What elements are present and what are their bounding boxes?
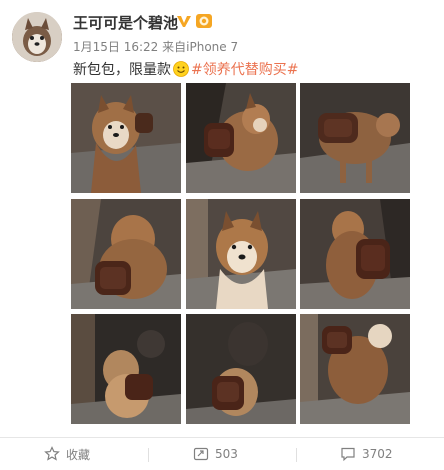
photo-9[interactable] [300,314,410,424]
photo-image [300,83,410,193]
comment-count: 3702 [362,447,393,461]
action-bar: 收藏 503 3702 [0,438,444,470]
photo-7[interactable] [71,314,181,424]
source-prefix: 来自 [162,40,187,54]
photo-image [71,199,181,309]
photo-6[interactable] [300,199,410,309]
star-icon [44,446,60,461]
comment-icon [341,447,355,462]
photo-grid [71,83,410,426]
photo-8[interactable] [186,314,296,424]
action-separator [148,448,149,462]
repost-count: 503 [215,447,238,461]
post-source[interactable]: iPhone 7 [186,40,238,54]
photo-image [186,83,296,193]
topic-link[interactable]: #领养代替购买# [191,59,298,79]
post-text: 新包包，限量款 #领养代替购买# [73,59,298,79]
post-date[interactable]: 1月15日 16:22 [73,40,158,54]
action-separator [296,448,297,462]
photo-1[interactable] [71,83,181,193]
favorite-label: 收藏 [66,447,91,462]
dog-avatar-icon [12,12,62,62]
repost-icon [193,447,209,461]
verified-v-icon [177,16,191,27]
medal-icon[interactable] [195,12,213,30]
post-body: 新包包，限量款 [73,62,171,78]
photo-image [300,314,410,424]
smiley-emoji-icon [173,61,189,77]
favorite-button[interactable]: 收藏 [44,438,90,470]
photo-2[interactable] [186,83,296,193]
photo-image [71,83,181,193]
photo-3[interactable] [300,83,410,193]
photo-image [300,199,410,309]
photo-image [186,314,296,424]
repost-button[interactable]: 503 [193,438,238,470]
user-name[interactable]: 王可可是个碧池 [73,12,178,33]
photo-5[interactable] [186,199,296,309]
post-meta: 1月15日 16:22 来自iPhone 7 [73,38,238,55]
avatar[interactable] [12,12,62,62]
photo-image [71,314,181,424]
photo-image [186,199,296,309]
comment-button[interactable]: 3702 [340,438,393,470]
photo-4[interactable] [71,199,181,309]
